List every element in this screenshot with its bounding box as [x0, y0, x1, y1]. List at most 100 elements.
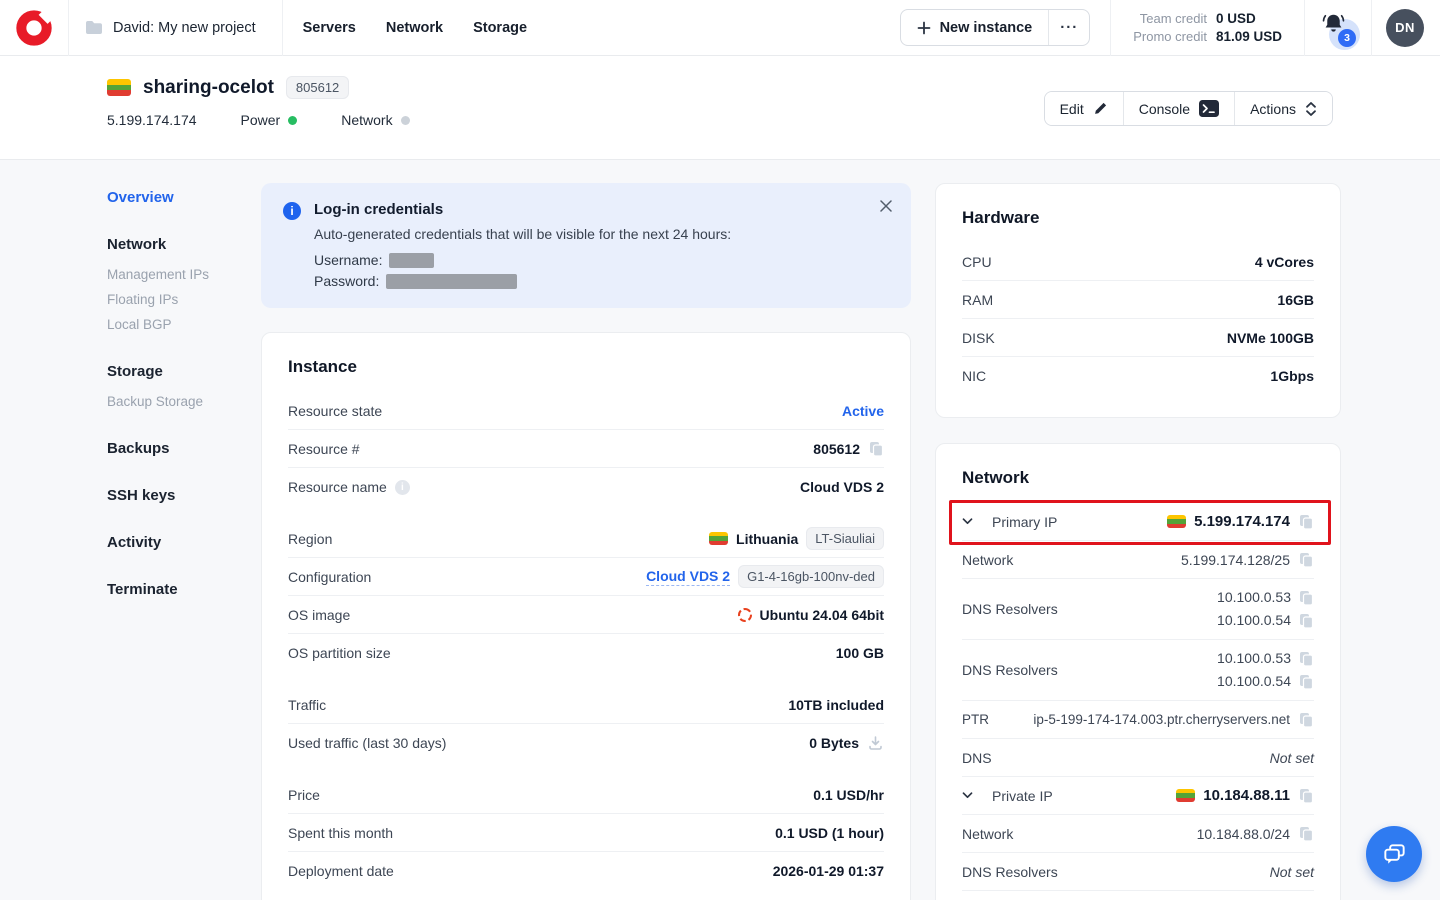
sidebar-item-backups[interactable]: Backups: [107, 439, 257, 459]
redacted-password: [386, 274, 517, 289]
copy-icon: [1298, 590, 1314, 606]
cherry-servers-logo[interactable]: [0, 0, 68, 55]
row-label: DNS: [962, 750, 992, 766]
instance-overflow-menu-button[interactable]: ···: [1049, 10, 1089, 45]
server-ip: 5.199.174.174: [107, 112, 197, 128]
traffic-value: 10TB included: [788, 697, 884, 713]
row-label: CPU: [962, 254, 992, 270]
ram-value: 16GB: [1277, 292, 1314, 308]
row-label: Traffic: [288, 697, 326, 713]
row-label: Network: [962, 826, 1013, 842]
os-image-value: Ubuntu 24.04 64bit: [760, 607, 884, 623]
row-label: Configuration: [288, 569, 371, 585]
actions-button[interactable]: Actions: [1234, 92, 1332, 125]
configuration-badge: G1-4-16gb-100nv-ded: [738, 565, 884, 588]
user-avatar[interactable]: DN: [1386, 9, 1424, 47]
row-label: OS image: [288, 607, 350, 623]
copy-button[interactable]: [1298, 590, 1314, 606]
cpu-value: 4 vCores: [1255, 254, 1314, 270]
row-nic: NIC 1Gbps: [962, 357, 1314, 395]
nav-servers[interactable]: Servers: [303, 20, 356, 36]
copy-button[interactable]: [1298, 674, 1314, 690]
copy-icon: [1298, 514, 1314, 530]
sidebar-item-ssh-keys[interactable]: SSH keys: [107, 486, 257, 506]
copy-button[interactable]: [1298, 514, 1314, 530]
copy-button[interactable]: [1298, 552, 1314, 568]
project-selector[interactable]: David: My new project: [69, 0, 282, 55]
row-dns: DNS Not set: [962, 739, 1314, 777]
collapse-button[interactable]: [962, 792, 973, 799]
power-status-dot: [288, 116, 297, 125]
sidebar-item-network[interactable]: Network: [107, 235, 257, 255]
edit-button[interactable]: Edit: [1045, 92, 1123, 125]
row-resource-name: Resource name Cloud VDS 2: [288, 468, 884, 506]
row-price: Price 0.1 USD/hr: [288, 776, 884, 814]
row-ptr: PTR ip-5-199-174-174.003.ptr.cherryserve…: [962, 701, 1314, 739]
sidebar-item-backup-storage[interactable]: Backup Storage: [107, 392, 257, 412]
instance-heading: Instance: [288, 355, 884, 379]
region-value: Lithuania: [736, 531, 798, 547]
info-icon[interactable]: [395, 480, 410, 495]
power-status: Power: [241, 112, 298, 128]
banner-description: Auto-generated credentials that will be …: [314, 226, 731, 242]
sidebar-item-local-bgp[interactable]: Local BGP: [107, 315, 257, 335]
chat-support-button[interactable]: [1366, 826, 1422, 882]
username-label: Username:: [314, 252, 382, 268]
copy-button[interactable]: [1298, 651, 1314, 667]
download-button[interactable]: [867, 735, 884, 751]
sidebar-item-management-ips[interactable]: Management IPs: [107, 265, 257, 285]
copy-icon: [1298, 788, 1314, 804]
copy-button[interactable]: [868, 441, 884, 457]
row-disk: DISK NVMe 100GB: [962, 319, 1314, 357]
copy-icon: [1298, 712, 1314, 728]
sidebar-item-floating-ips[interactable]: Floating IPs: [107, 290, 257, 310]
row-spent: Spent this month 0.1 USD (1 hour): [288, 814, 884, 852]
notifications-button[interactable]: 3: [1317, 7, 1359, 49]
row-dns-resolvers-1: DNS Resolvers 10.100.0.53 10.100.0.54: [962, 579, 1314, 640]
team-credit-label: Team credit: [1133, 11, 1207, 26]
resource-state-value[interactable]: Active: [842, 403, 884, 419]
copy-button[interactable]: [1298, 826, 1314, 842]
row-region: Region Lithuania LT-Siauliai: [288, 520, 884, 558]
login-credentials-banner: Log-in credentials Auto-generated creden…: [261, 183, 911, 308]
row-dns-resolvers-2: DNS Resolvers 10.100.0.53 10.100.0.54: [962, 640, 1314, 701]
network-label: Network: [341, 112, 392, 128]
banner-close-button[interactable]: [877, 197, 895, 215]
row-resource-number: Resource # 805612: [288, 430, 884, 468]
console-button[interactable]: Console: [1123, 92, 1234, 125]
nav-network[interactable]: Network: [386, 20, 443, 36]
nav-storage[interactable]: Storage: [473, 20, 527, 36]
row-resource-state: Resource state Active: [288, 392, 884, 430]
edit-label: Edit: [1060, 101, 1084, 117]
sidebar-item-storage[interactable]: Storage: [107, 362, 257, 382]
primary-ip-value: 5.199.174.174: [1194, 513, 1290, 530]
ptr-value: ip-5-199-174-174.003.ptr.cherryservers.n…: [1033, 712, 1290, 727]
primary-network-value: 5.199.174.128/25: [1181, 552, 1290, 568]
copy-icon: [1298, 552, 1314, 568]
new-instance-label: New instance: [940, 20, 1033, 36]
new-instance-button[interactable]: New instance: [901, 10, 1049, 45]
copy-button[interactable]: [1298, 613, 1314, 629]
row-private-network: Network 10.184.88.0/24: [962, 815, 1314, 853]
nic-value: 1Gbps: [1270, 368, 1314, 384]
sidebar-item-activity[interactable]: Activity: [107, 533, 257, 553]
sidebar-item-terminate[interactable]: Terminate: [107, 580, 257, 600]
sidebar-item-overview[interactable]: Overview: [107, 188, 257, 208]
close-icon: [879, 199, 893, 213]
dns-resolver-value: 10.100.0.54: [1217, 610, 1291, 631]
collapse-button[interactable]: [962, 518, 973, 525]
terminal-icon: [1199, 100, 1219, 117]
row-label: Resource #: [288, 441, 360, 457]
lithuania-flag-icon: [107, 79, 131, 96]
copy-button[interactable]: [1298, 788, 1314, 804]
configuration-link[interactable]: Cloud VDS 2: [646, 568, 730, 586]
row-used-traffic: Used traffic (last 30 days) 0 Bytes: [288, 724, 884, 762]
main-nav: Servers Network Storage: [303, 20, 527, 36]
copy-button[interactable]: [1298, 712, 1314, 728]
folder-icon: [85, 20, 103, 35]
row-label: RAM: [962, 292, 993, 308]
copy-icon: [1298, 651, 1314, 667]
deployment-date-value: 2026-01-29 01:37: [773, 863, 884, 879]
row-label: NIC: [962, 368, 986, 384]
network-card: Network Primary IP 5.199.174.174: [935, 443, 1341, 900]
